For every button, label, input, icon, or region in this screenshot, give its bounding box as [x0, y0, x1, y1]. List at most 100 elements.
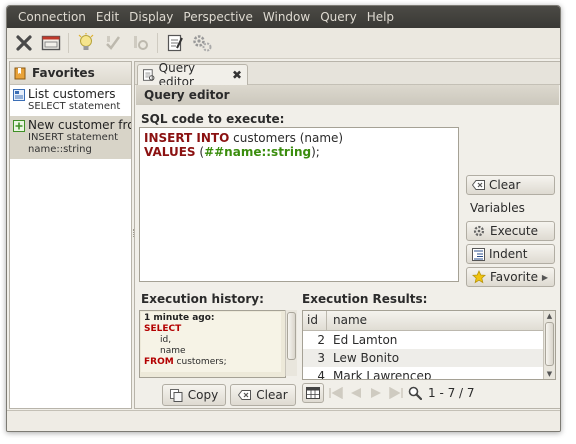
sql-keyword: FROM — [144, 357, 174, 367]
cell-id: 4 — [317, 369, 325, 380]
menu-bar: Connection Edit Display Perspective Wind… — [7, 6, 560, 28]
commit-button[interactable] — [101, 31, 125, 55]
favorite-item-new-customer[interactable]: New customer fron INSERT statement name:… — [10, 116, 131, 159]
clear-icon — [472, 180, 485, 190]
results-navigation: 1 - 7 / 7 — [302, 382, 554, 404]
menu-edit[interactable]: Edit — [91, 6, 124, 28]
menu-help[interactable]: Help — [362, 6, 399, 28]
rollback-button[interactable] — [128, 31, 152, 55]
sql-text: ); — [311, 145, 320, 159]
toolbar-separator — [157, 33, 158, 53]
results-label: Execution Results: — [302, 292, 428, 306]
indent-icon — [472, 247, 485, 261]
copy-label: Copy — [187, 388, 219, 402]
app-window: Connection Edit Display Perspective Wind… — [6, 5, 561, 432]
sql-text: ( — [195, 145, 205, 159]
menu-window[interactable]: Window — [258, 6, 315, 28]
clear-history-label: Clear — [256, 388, 288, 402]
table-row[interactable]: 3 Lew Bonito — [303, 349, 544, 367]
bookmark-icon — [14, 67, 26, 79]
copy-icon — [169, 388, 183, 402]
tab-query-editor[interactable]: Query editor ✖ — [137, 61, 248, 89]
commit-icon — [106, 36, 121, 50]
clear-label: Clear — [489, 178, 521, 192]
favorite-name: List customers — [28, 87, 116, 101]
column-header-name[interactable]: name — [328, 311, 367, 330]
tab-strip: Query editor ✖ — [135, 61, 560, 89]
disconnect-button[interactable] — [12, 31, 36, 55]
history-time: 1 minute ago: — [144, 313, 215, 323]
results-scrollbar[interactable]: ▲ ▼ — [543, 311, 555, 379]
settings-button[interactable] — [190, 31, 214, 55]
search-icon[interactable] — [408, 386, 422, 400]
sql-text: customers; — [173, 357, 227, 367]
history-scrollbar[interactable] — [285, 310, 297, 376]
clear-sql-button[interactable]: Clear — [466, 175, 555, 195]
menu-display[interactable]: Display — [124, 6, 178, 28]
new-window-button[interactable] — [39, 31, 63, 55]
execute-icon — [473, 225, 485, 237]
table-icon — [306, 387, 320, 399]
indent-button[interactable]: Indent — [466, 244, 555, 264]
first-page-icon[interactable] — [328, 387, 344, 399]
row-count: 1 - 7 / 7 — [428, 386, 475, 400]
execution-history-list[interactable]: 1 minute ago: SELECT id, name FROM custo… — [139, 310, 286, 378]
execute-button[interactable]: Execute — [466, 221, 555, 241]
column-header-id[interactable]: id — [303, 311, 327, 330]
clear-icon — [238, 390, 252, 400]
next-page-icon[interactable] — [368, 387, 384, 399]
table-row[interactable]: 2 Ed Lamton — [303, 331, 544, 349]
scroll-up-icon[interactable]: ▲ — [544, 311, 555, 321]
results-header: id name — [303, 311, 544, 331]
disconnect-icon — [16, 35, 32, 51]
sql-code-editor[interactable]: INSERT INTO customers (name) VALUES (##n… — [139, 127, 459, 282]
variables-button[interactable]: Variables — [466, 198, 555, 218]
edit-button[interactable] — [163, 31, 187, 55]
menu-query[interactable]: Query — [315, 6, 361, 28]
status-bar — [7, 410, 560, 431]
favorite-item-list-customers[interactable]: List customers SELECT statement — [10, 85, 131, 116]
scroll-thumb[interactable] — [545, 322, 554, 366]
cell-name: Ed Lamton — [333, 333, 398, 347]
tip-button[interactable] — [74, 31, 98, 55]
favorite-button[interactable]: Favorite ▶ — [466, 267, 555, 287]
menu-perspective[interactable]: Perspective — [178, 6, 258, 28]
sql-keyword: INSERT INTO — [144, 131, 230, 145]
close-tab-icon[interactable]: ✖ — [232, 68, 242, 82]
toolbar — [7, 28, 560, 59]
toolbar-separator — [68, 33, 69, 53]
last-page-icon[interactable] — [388, 387, 404, 399]
scroll-thumb[interactable] — [287, 312, 296, 360]
sql-keyword: SELECT — [144, 324, 182, 334]
variables-label: Variables — [470, 201, 525, 215]
table-view-button[interactable] — [302, 383, 324, 403]
window-icon — [41, 35, 61, 51]
favorite-detail: SELECT statement — [28, 101, 121, 112]
scroll-down-icon[interactable]: ▼ — [544, 369, 555, 379]
indent-label: Indent — [489, 247, 528, 261]
lightbulb-icon — [78, 33, 94, 50]
chevron-right-icon: ▶ — [541, 272, 548, 282]
cell-name: Mark Lawrencep — [333, 369, 432, 380]
rollback-icon — [134, 36, 148, 50]
sql-text: name — [160, 346, 186, 356]
query-editor-icon — [143, 69, 155, 81]
clear-history-button[interactable]: Clear — [230, 384, 296, 406]
history-label: Execution history: — [141, 292, 264, 306]
table-row[interactable]: 4 Mark Lawrencep — [303, 367, 544, 380]
cell-id: 2 — [317, 333, 325, 347]
favorites-panel: Favorites List customers SELECT statemen… — [9, 61, 132, 409]
edit-icon — [167, 34, 183, 52]
previous-page-icon[interactable] — [348, 387, 364, 399]
favorite-detail: INSERT statement — [28, 132, 119, 143]
cell-name: Lew Bonito — [333, 351, 400, 365]
menu-connection[interactable]: Connection — [13, 6, 91, 28]
star-icon — [472, 270, 486, 284]
results-table[interactable]: id name 2 Ed Lamton 3 Lew Bonito 4 Mark … — [302, 310, 556, 380]
history-entry[interactable]: 1 minute ago: SELECT id, name FROM custo… — [141, 312, 281, 372]
sql-text: customers (name) — [229, 131, 344, 145]
sql-label: SQL code to execute: — [141, 112, 285, 126]
copy-button[interactable]: Copy — [162, 384, 226, 406]
favorites-header: Favorites — [10, 62, 131, 85]
favorites-title: Favorites — [32, 66, 95, 80]
